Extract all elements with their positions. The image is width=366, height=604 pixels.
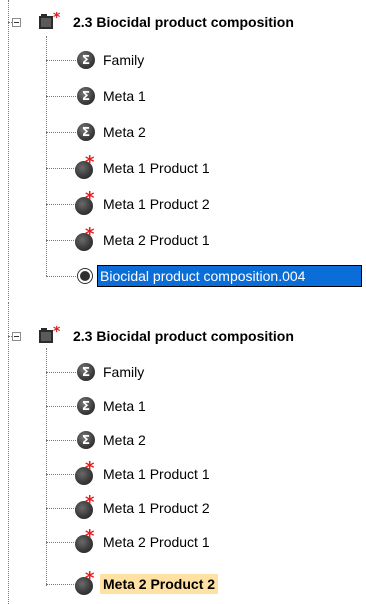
tree-item[interactable]: Meta 2 Product 1 <box>0 526 366 554</box>
tree-item-selected[interactable]: Meta 2 Product 2 <box>0 568 366 596</box>
tree-root-node[interactable]: * 2.3 Biocidal product composition <box>0 10 366 34</box>
tree-item-label: Family <box>103 364 145 380</box>
bomb-icon <box>75 152 94 179</box>
tree-item[interactable]: Meta 2 Product 1 <box>0 224 366 252</box>
svg-text:*: * <box>53 326 60 340</box>
tree-item-label: Meta 1 Product 2 <box>103 500 210 516</box>
bomb-icon <box>75 492 94 519</box>
tree-item[interactable]: Meta 1 Product 2 <box>0 492 366 520</box>
section-folder-icon: * <box>39 326 60 343</box>
tree-item[interactable]: Meta 1 Product 1 <box>0 152 366 180</box>
tree-item-label: Meta 2 Product 1 <box>103 232 210 248</box>
tree-item-label: Meta 1 Product 2 <box>103 196 210 212</box>
tree-item-label: Meta 2 <box>103 432 146 448</box>
tree-panel-2: * 2.3 Biocidal product composition Σ Fam… <box>0 302 366 604</box>
tree-item[interactable]: Σ Meta 2 <box>0 428 366 452</box>
rename-input[interactable]: Biocidal product composition.004 <box>97 265 362 287</box>
tree-item[interactable]: Σ Family <box>0 360 366 384</box>
tree-item[interactable]: Meta 1 Product 1 <box>0 458 366 486</box>
tree-item-label: Meta 1 Product 1 <box>103 466 210 482</box>
tree-item-label: Meta 2 Product 1 <box>103 534 210 550</box>
tree-item-label: Family <box>103 52 145 68</box>
collapse-toggle[interactable] <box>12 18 21 27</box>
tree-root-node[interactable]: * 2.3 Biocidal product composition <box>0 324 366 348</box>
tree-item[interactable]: Σ Meta 2 <box>0 120 366 144</box>
bomb-icon <box>75 458 94 485</box>
section-folder-icon: * <box>39 12 60 29</box>
gear-icon <box>80 271 90 281</box>
sigma-icon: Σ <box>77 431 95 449</box>
tree-guide-line <box>8 0 9 300</box>
bomb-icon <box>75 188 94 215</box>
collapse-toggle[interactable] <box>12 332 21 341</box>
tree-item[interactable]: Meta 1 Product 2 <box>0 188 366 216</box>
sigma-icon: Σ <box>77 397 95 415</box>
bomb-icon <box>75 568 94 595</box>
tree-item[interactable]: Σ Meta 1 <box>0 394 366 418</box>
tree-root-label: 2.3 Biocidal product composition <box>73 328 294 344</box>
svg-text:*: * <box>53 12 60 26</box>
tree-item-label: Meta 2 <box>103 124 146 140</box>
sigma-icon: Σ <box>77 123 95 141</box>
sigma-icon: Σ <box>77 363 95 381</box>
sigma-icon: Σ <box>77 87 95 105</box>
bomb-icon <box>75 224 94 251</box>
tree-item-label: Meta 1 <box>103 88 146 104</box>
tree-item-label: Meta 2 Product 2 <box>100 574 219 594</box>
tree-item[interactable]: Σ Meta 1 <box>0 84 366 108</box>
tree-item-editing[interactable]: Biocidal product composition.004 <box>0 264 366 288</box>
tree-item-label: Meta 1 Product 1 <box>103 160 210 176</box>
tree-panel-1: * 2.3 Biocidal product composition Σ Fam… <box>0 0 366 300</box>
sigma-icon: Σ <box>77 51 95 69</box>
tree-item-label: Meta 1 <box>103 398 146 414</box>
bomb-icon <box>75 526 94 553</box>
tree-item[interactable]: Σ Family <box>0 48 366 72</box>
tree-root-label: 2.3 Biocidal product composition <box>73 14 294 30</box>
